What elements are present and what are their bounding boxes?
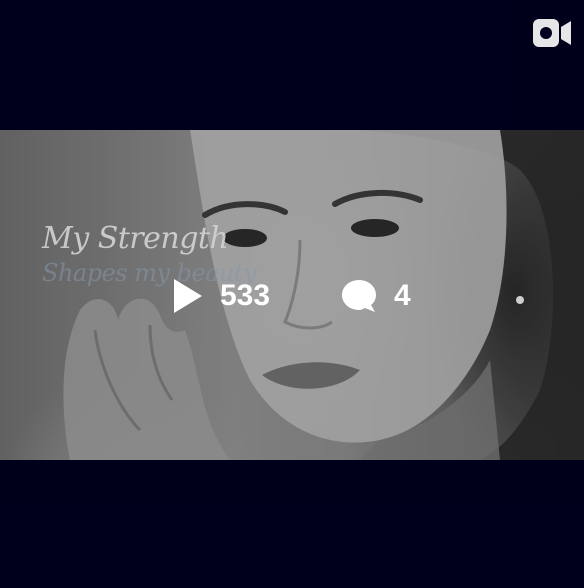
video-camera-icon [532,18,572,48]
comment-count: 4 [394,279,411,312]
play-count-stat: 533 [170,276,270,316]
play-icon [170,277,204,315]
engagement-stats: 533 4 [0,276,584,316]
comment-count-stat: 4 [340,276,411,316]
video-post-tile[interactable]: My Strength Shapes my beauty 533 4 [0,0,584,588]
comment-bubble-icon [340,277,378,315]
play-count: 533 [220,279,271,312]
